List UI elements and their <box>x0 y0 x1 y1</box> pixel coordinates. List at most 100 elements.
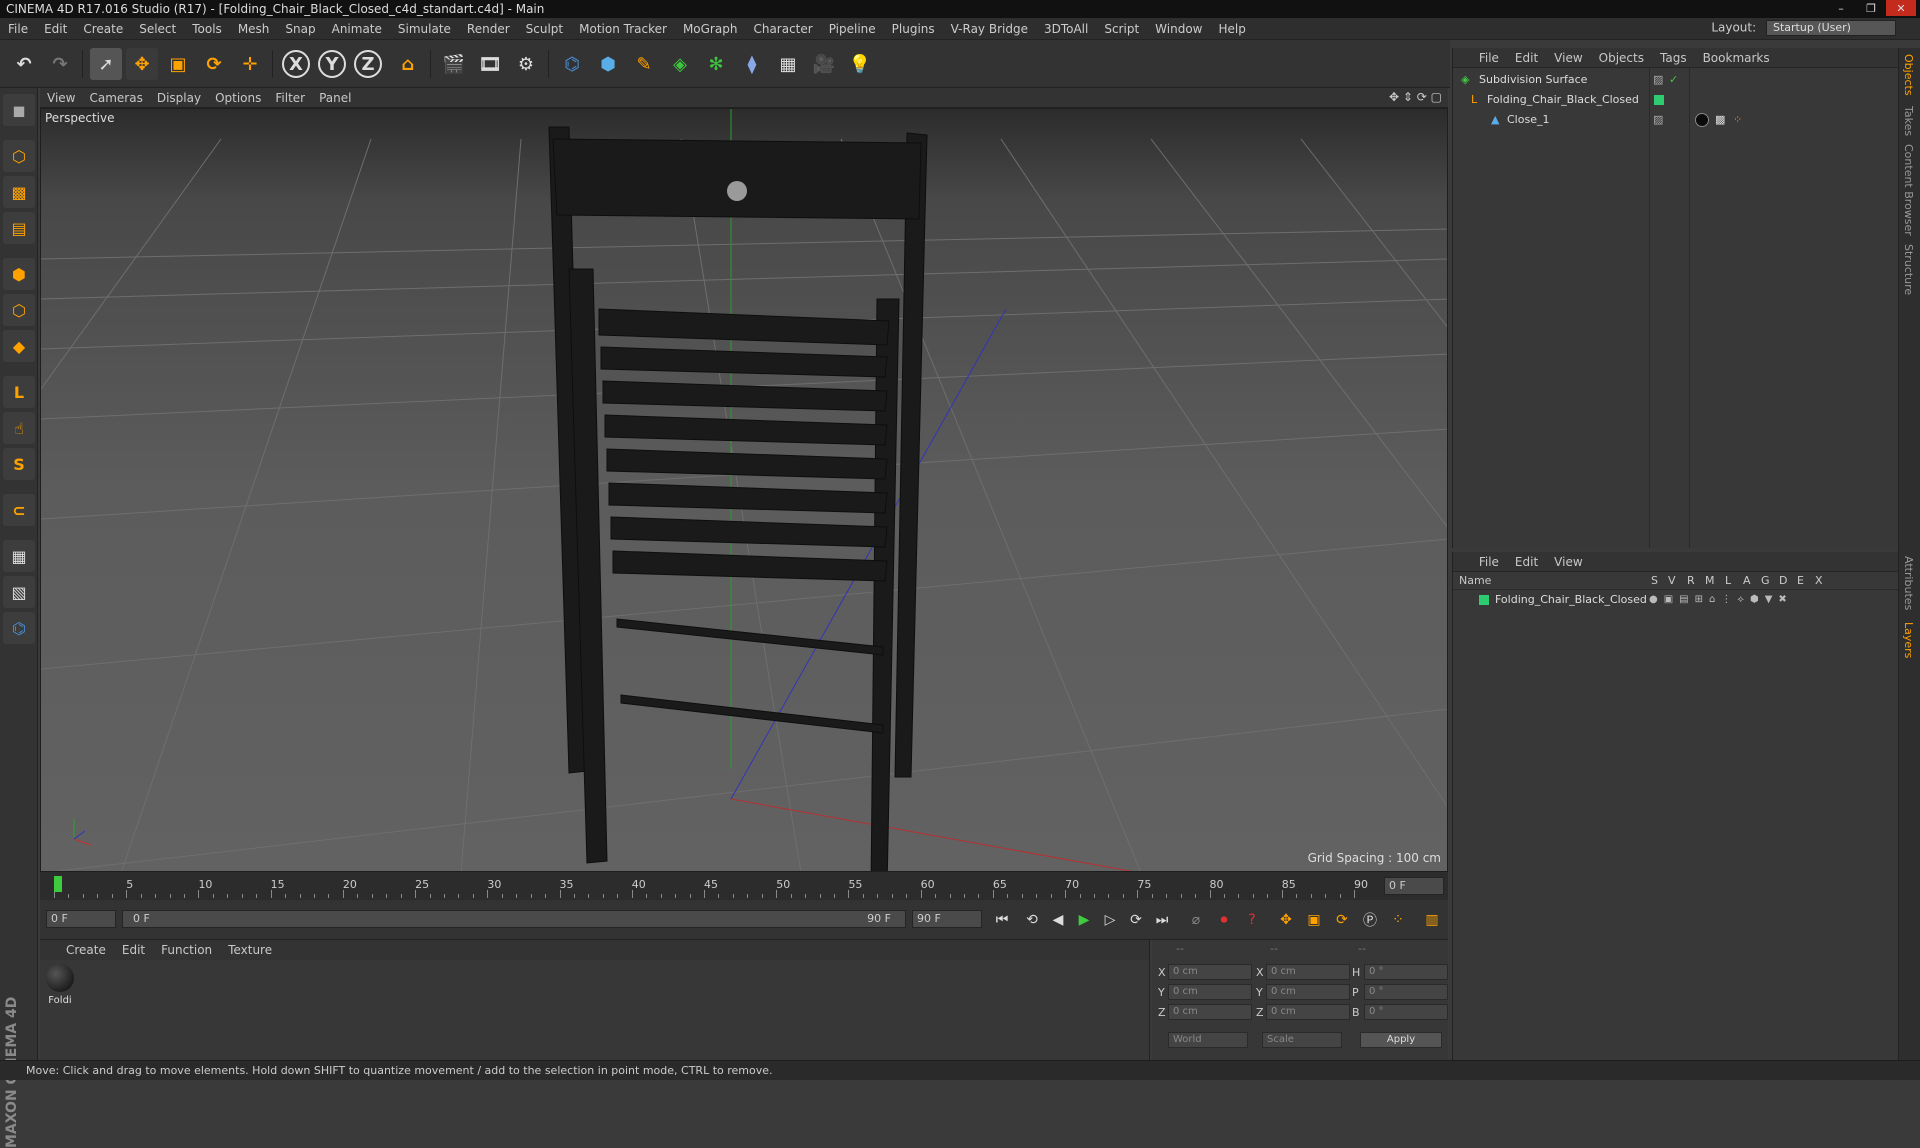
menu-window[interactable]: Window <box>1147 18 1210 40</box>
coord-field-px[interactable]: 0 cm <box>1168 964 1252 980</box>
layer-menu-file[interactable]: File <box>1471 552 1507 572</box>
layer-col-render[interactable]: R <box>1687 574 1695 587</box>
rotate-tool-icon[interactable]: ⟳ <box>198 48 230 80</box>
object-row-folding-chair[interactable]: L Folding_Chair_Black_Closed <box>1453 90 1899 110</box>
layer-color-swatch[interactable] <box>1479 595 1489 605</box>
tweak-mode-icon[interactable]: ☝ <box>3 412 35 444</box>
coord-field-sy[interactable]: 0 cm <box>1266 984 1350 1000</box>
z-axis-lock-icon[interactable]: Z <box>354 50 382 78</box>
checkmark-icon[interactable]: ✓ <box>1669 70 1678 90</box>
menu-character[interactable]: Character <box>745 18 820 40</box>
object-menu-bookmarks[interactable]: Bookmarks <box>1695 48 1778 68</box>
move-tool-icon[interactable]: ✥ <box>126 48 158 80</box>
key-pla-icon[interactable]: ⁘ <box>1386 908 1410 932</box>
close-button[interactable]: ✕ <box>1886 0 1916 16</box>
points-mode-icon[interactable]: ⬢ <box>3 258 35 290</box>
object-menu-view[interactable]: View <box>1546 48 1590 68</box>
frame-range-slider[interactable]: 0 F 90 F <box>122 910 906 928</box>
tab-layers[interactable]: Layers <box>1902 622 1915 658</box>
edit-toggle-icon[interactable]: ▨ <box>1653 110 1663 130</box>
timeline-ruler[interactable]: 051015202530354045505560657075808590 0 F <box>40 872 1448 900</box>
render-settings-icon[interactable]: ⚙ <box>510 48 542 80</box>
object-row-subdivision-surface[interactable]: ◈ Subdivision Surface ▨ ✓ <box>1453 70 1899 90</box>
spline-pen-icon[interactable]: ✎ <box>628 48 660 80</box>
menu-3dtoall[interactable]: 3DToAll <box>1036 18 1096 40</box>
menu-animate[interactable]: Animate <box>324 18 390 40</box>
menu-file[interactable]: File <box>0 18 36 40</box>
layer-menu-edit[interactable]: Edit <box>1507 552 1546 572</box>
layer-col-generators[interactable]: G <box>1761 574 1770 587</box>
edit-toggle-icon[interactable]: ▨ <box>1653 70 1663 90</box>
layer-col-expressions[interactable]: E <box>1797 574 1804 587</box>
magnet-icon[interactable]: ⊂ <box>3 494 35 526</box>
timeline-window-icon[interactable]: ▥ <box>1420 908 1444 932</box>
layer-menu-view[interactable]: View <box>1546 552 1590 572</box>
previous-key-icon[interactable]: ⟲ <box>1020 908 1044 932</box>
viewport-menu-filter[interactable]: Filter <box>268 88 312 108</box>
undo-icon[interactable]: ↶ <box>8 48 40 80</box>
menu-mesh[interactable]: Mesh <box>230 18 278 40</box>
x-axis-lock-icon[interactable]: X <box>282 50 310 78</box>
material-menu-create[interactable]: Create <box>58 940 114 960</box>
object-menu-tags[interactable]: Tags <box>1652 48 1695 68</box>
texture-mode-icon[interactable]: ▩ <box>3 176 35 208</box>
minimize-button[interactable]: – <box>1826 0 1856 16</box>
scale-tool-icon[interactable]: ▣ <box>162 48 194 80</box>
menu-render[interactable]: Render <box>459 18 518 40</box>
material-tag-icon[interactable] <box>1695 113 1709 127</box>
viewport-menu-display[interactable]: Display <box>150 88 208 108</box>
tab-objects[interactable]: Objects <box>1902 54 1915 96</box>
deformer-icon[interactable]: ⧫ <box>736 48 768 80</box>
menu-edit[interactable]: Edit <box>36 18 75 40</box>
menu-motion-tracker[interactable]: Motion Tracker <box>571 18 675 40</box>
end-frame-field[interactable]: 90 F <box>912 910 982 928</box>
layout-dropdown[interactable]: Startup (User) <box>1766 20 1896 36</box>
transform-tool-icon[interactable]: ✛ <box>234 48 266 80</box>
render-picture-viewer-icon[interactable]: 🎞 <box>474 48 506 80</box>
next-frame-icon[interactable]: ▷ <box>1098 908 1122 932</box>
material-swatch[interactable]: Foldi <box>44 964 76 1006</box>
menu-script[interactable]: Script <box>1096 18 1147 40</box>
keyframe-selection-icon[interactable]: ? <box>1240 908 1264 932</box>
menu-sculpt[interactable]: Sculpt <box>518 18 571 40</box>
key-parameter-icon[interactable]: Ⓟ <box>1358 908 1382 932</box>
viewport-menu-cameras[interactable]: Cameras <box>82 88 149 108</box>
current-frame-field[interactable]: 0 F <box>1384 877 1444 895</box>
layer-col-solo[interactable]: S <box>1651 574 1658 587</box>
record-active-icon[interactable]: ⌀ <box>1184 908 1208 932</box>
layer-col-xref[interactable]: X <box>1815 574 1823 587</box>
camera-icon[interactable]: 🎥 <box>808 48 840 80</box>
autokey-icon[interactable]: ⏺ <box>1212 908 1236 932</box>
object-menu-edit[interactable]: Edit <box>1507 48 1546 68</box>
coord-space-dropdown[interactable]: World <box>1168 1032 1248 1048</box>
apply-button[interactable]: Apply <box>1360 1032 1442 1048</box>
python-icon[interactable]: ⌬ <box>556 48 588 80</box>
locked-workplane-icon[interactable]: ▧ <box>3 576 35 608</box>
tab-structure[interactable]: Structure <box>1902 244 1915 295</box>
menu-simulate[interactable]: Simulate <box>390 18 459 40</box>
menu-tools[interactable]: Tools <box>184 18 230 40</box>
playhead[interactable] <box>54 876 62 892</box>
coord-field-sx[interactable]: 0 cm <box>1266 964 1350 980</box>
model-mode-icon[interactable]: ⬡ <box>3 140 35 172</box>
menu-create[interactable]: Create <box>75 18 131 40</box>
menu-mograph[interactable]: MoGraph <box>675 18 746 40</box>
material-menu-edit[interactable]: Edit <box>114 940 153 960</box>
render-view-icon[interactable]: 🎬 <box>438 48 470 80</box>
coordinate-system-icon[interactable]: ⌂ <box>392 48 424 80</box>
y-axis-lock-icon[interactable]: Y <box>318 50 346 78</box>
live-selection-icon[interactable]: ➚ <box>90 48 122 80</box>
viewport-menu-view[interactable]: View <box>40 88 82 108</box>
light-icon[interactable]: 💡 <box>844 48 876 80</box>
axis-mode-icon[interactable]: L <box>3 376 35 408</box>
cloner-icon[interactable]: ✻ <box>700 48 732 80</box>
coord-field-b[interactable]: 0 ° <box>1364 1004 1448 1020</box>
material-menu-texture[interactable]: Texture <box>220 940 280 960</box>
edges-mode-icon[interactable]: ⬡ <box>3 294 35 326</box>
object-row-close-1[interactable]: ▲ Close_1 ▨ ▩ ⁘ <box>1453 110 1899 130</box>
polygons-mode-icon[interactable]: ◆ <box>3 330 35 362</box>
workplane-mode-icon[interactable]: ▤ <box>3 212 35 244</box>
menu-pipeline[interactable]: Pipeline <box>821 18 884 40</box>
workplane-lock-icon[interactable]: ▦ <box>3 540 35 572</box>
coord-field-pz[interactable]: 0 cm <box>1168 1004 1252 1020</box>
